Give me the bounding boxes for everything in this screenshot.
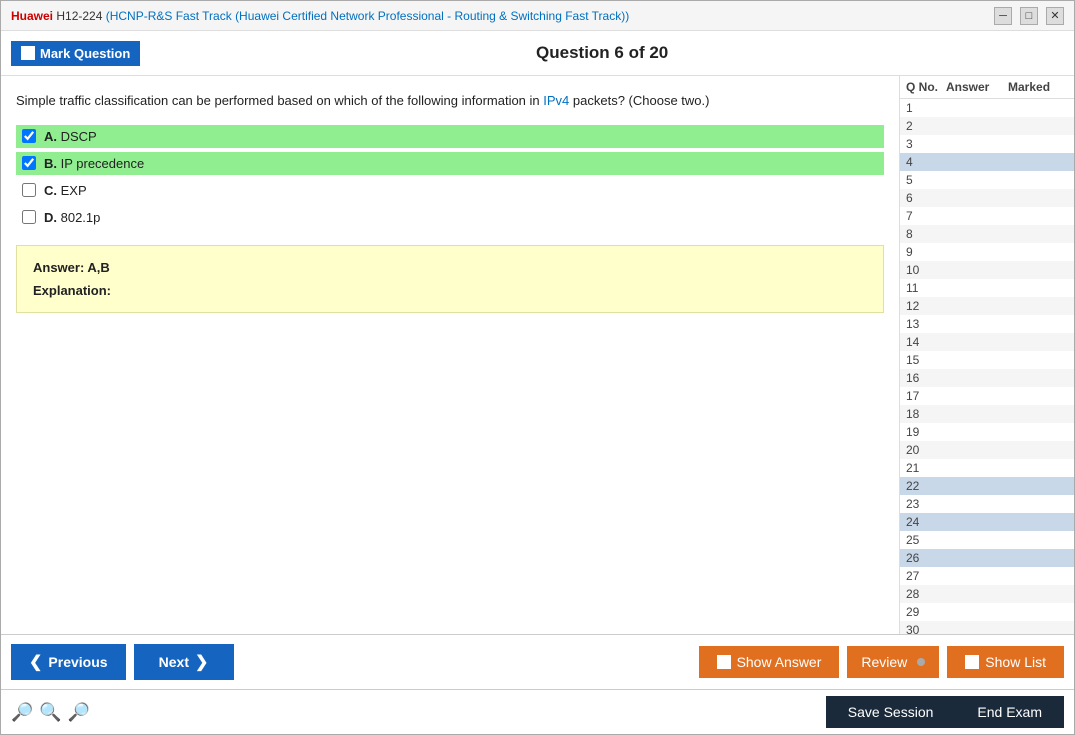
zoom-controls: 🔎 🔍 🔎: [11, 702, 90, 723]
sidebar-item[interactable]: 23: [900, 495, 1074, 513]
sidebar: Q No. Answer Marked 1 2 3 4 5 6 7 8 9 10…: [899, 76, 1074, 634]
explanation-line: Explanation:: [33, 283, 867, 298]
sidebar-item[interactable]: 16: [900, 369, 1074, 387]
previous-label: Previous: [48, 654, 107, 670]
sidebar-item[interactable]: 28: [900, 585, 1074, 603]
answer-line: Answer: A,B: [33, 260, 867, 275]
close-button[interactable]: ✕: [1046, 7, 1064, 25]
sidebar-item[interactable]: 5: [900, 171, 1074, 189]
option-d-row[interactable]: D. 802.1p: [16, 206, 884, 229]
sidebar-qno-header: Q No.: [906, 80, 946, 94]
sidebar-item[interactable]: 6: [900, 189, 1074, 207]
option-d-checkbox[interactable]: [22, 210, 36, 224]
sidebar-item[interactable]: 14: [900, 333, 1074, 351]
sidebar-item[interactable]: 7: [900, 207, 1074, 225]
sidebar-item[interactable]: 26: [900, 549, 1074, 567]
bottom-nav-bar: ❮ Previous Next ❯ Show Answer Review ☑ S…: [1, 634, 1074, 689]
mark-icon: [21, 46, 35, 60]
window-controls: ─ □ ✕: [994, 7, 1064, 25]
sidebar-header: Q No. Answer Marked: [900, 76, 1074, 99]
question-area: Simple traffic classification can be per…: [1, 76, 899, 634]
title-bar: Huawei H12-224 (HCNP-R&S Fast Track (Hua…: [1, 1, 1074, 31]
sidebar-item[interactable]: 17: [900, 387, 1074, 405]
sidebar-item[interactable]: 25: [900, 531, 1074, 549]
sidebar-item[interactable]: 22: [900, 477, 1074, 495]
left-arrow-icon: ❮: [29, 652, 42, 672]
sidebar-item[interactable]: 9: [900, 243, 1074, 261]
sidebar-list[interactable]: 1 2 3 4 5 6 7 8 9 10 11 12 13 14 15 16 1…: [900, 99, 1074, 634]
options-list: A. DSCP B. IP precedence C. EXP D. 802.1…: [16, 125, 884, 229]
sidebar-item[interactable]: 21: [900, 459, 1074, 477]
sidebar-item[interactable]: 13: [900, 315, 1074, 333]
sidebar-item[interactable]: 10: [900, 261, 1074, 279]
option-a-label: A. DSCP: [44, 129, 97, 144]
question-text: Simple traffic classification can be per…: [16, 91, 884, 111]
sidebar-item[interactable]: 15: [900, 351, 1074, 369]
previous-button[interactable]: ❮ Previous: [11, 644, 126, 680]
option-d-label: D. 802.1p: [44, 210, 100, 225]
end-exam-label: End Exam: [977, 704, 1042, 720]
sidebar-answer-header: Answer: [946, 80, 1008, 94]
sidebar-marked-header: Marked: [1008, 80, 1068, 94]
sidebar-item[interactable]: 4: [900, 153, 1074, 171]
answer-box: Answer: A,B Explanation:: [16, 245, 884, 313]
option-a-row[interactable]: A. DSCP: [16, 125, 884, 148]
option-c-row[interactable]: C. EXP: [16, 179, 884, 202]
review-dot-icon: [917, 658, 925, 666]
sidebar-item[interactable]: 8: [900, 225, 1074, 243]
mark-question-button[interactable]: Mark Question: [11, 41, 140, 66]
mark-question-label: Mark Question: [40, 46, 130, 61]
question-title: Question 6 of 20: [140, 43, 1064, 63]
sidebar-item[interactable]: 2: [900, 117, 1074, 135]
show-list-label: Show List: [985, 654, 1046, 670]
show-list-checked-icon: ☑: [965, 655, 979, 669]
save-session-label: Save Session: [848, 704, 934, 720]
show-answer-label: Show Answer: [737, 654, 822, 670]
sidebar-item[interactable]: 29: [900, 603, 1074, 621]
zoom-out-icon[interactable]: 🔎: [11, 702, 33, 723]
end-exam-button[interactable]: End Exam: [955, 696, 1064, 728]
option-a-checkbox[interactable]: [22, 129, 36, 143]
option-c-label: C. EXP: [44, 183, 87, 198]
title-text: Huawei H12-224 (HCNP-R&S Fast Track (Hua…: [11, 9, 629, 23]
sidebar-item[interactable]: 18: [900, 405, 1074, 423]
option-b-checkbox[interactable]: [22, 156, 36, 170]
sidebar-item[interactable]: 11: [900, 279, 1074, 297]
toolbar: Mark Question Question 6 of 20: [1, 31, 1074, 76]
show-answer-button[interactable]: Show Answer: [699, 646, 840, 678]
option-c-checkbox[interactable]: [22, 183, 36, 197]
review-label: Review: [861, 654, 907, 670]
sidebar-item[interactable]: 30: [900, 621, 1074, 634]
zoom-fit-icon[interactable]: 🔍: [39, 702, 61, 723]
main-content: Simple traffic classification can be per…: [1, 76, 1074, 634]
sidebar-item[interactable]: 24: [900, 513, 1074, 531]
minimize-button[interactable]: ─: [994, 7, 1012, 25]
sidebar-item[interactable]: 12: [900, 297, 1074, 315]
bottom-bar2: 🔎 🔍 🔎 Save Session End Exam: [1, 689, 1074, 734]
option-b-row[interactable]: B. IP precedence: [16, 152, 884, 175]
show-list-button[interactable]: ☑ Show List: [947, 646, 1064, 678]
sidebar-item[interactable]: 20: [900, 441, 1074, 459]
sidebar-item[interactable]: 1: [900, 99, 1074, 117]
sidebar-item[interactable]: 19: [900, 423, 1074, 441]
next-button[interactable]: Next ❯: [134, 644, 234, 680]
show-answer-checkbox-icon: [717, 655, 731, 669]
review-button[interactable]: Review: [847, 646, 939, 678]
next-label: Next: [159, 654, 189, 670]
sidebar-item[interactable]: 27: [900, 567, 1074, 585]
save-session-button[interactable]: Save Session: [826, 696, 956, 728]
maximize-button[interactable]: □: [1020, 7, 1038, 25]
right-arrow-icon: ❯: [195, 652, 208, 672]
option-b-label: B. IP precedence: [44, 156, 144, 171]
sidebar-item[interactable]: 3: [900, 135, 1074, 153]
zoom-in-icon[interactable]: 🔎: [68, 702, 90, 723]
